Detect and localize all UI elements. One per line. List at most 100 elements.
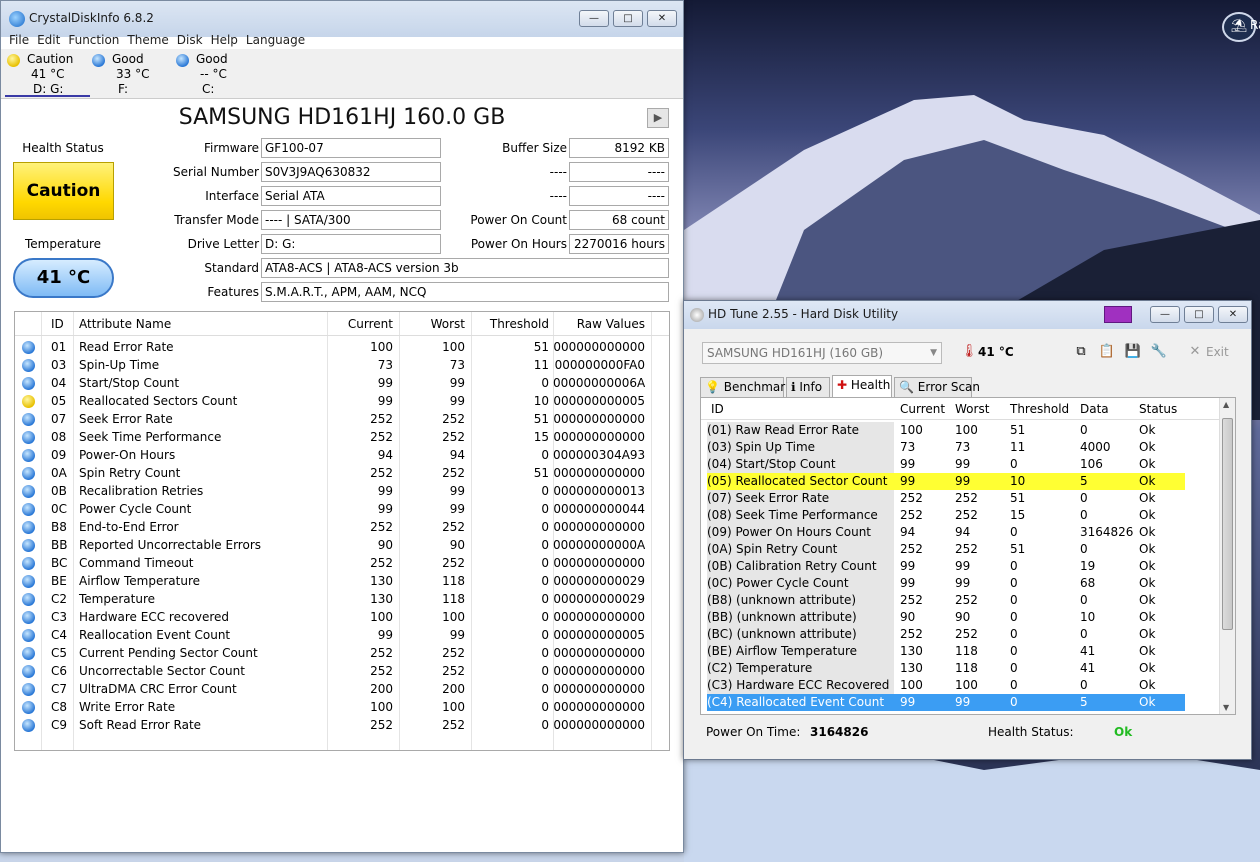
thermometer-icon: 🌡 [960,344,978,359]
smart-row[interactable]: C9 Soft Read Error Rate 252 252 0 00000000000… [15,716,669,734]
buffer-size-field: 8192 KB [569,138,669,158]
smart-attributes-table[interactable]: ID Attribute Name Current Worst Threshol… [14,311,670,751]
col-raw-values[interactable]: Raw Values [553,317,645,331]
col-threshold[interactable]: Threshold [471,317,549,331]
scroll-down-icon[interactable]: ▼ [1223,703,1229,712]
menu-language[interactable]: Language [242,31,309,49]
health-row[interactable]: (BC) (unknown attribute) 252 252 0 0 Ok [707,626,1185,643]
next-disk-button[interactable]: ▶ [647,108,669,128]
health-row[interactable]: (01) Raw Read Error Rate 100 100 51 0 Ok [707,422,1185,439]
col-data[interactable]: Data [1080,402,1109,416]
attr-name: Hardware ECC recovered [79,610,230,624]
smart-row[interactable]: 09 Power-On Hours 94 94 0 000000304A93 [15,446,669,464]
smart-row[interactable]: 0B Recalibration Retries 99 99 0 000000000013 [15,482,669,500]
hdt-close-button[interactable]: ✕ [1218,306,1248,323]
smart-row[interactable]: C3 Hardware ECC recovered 100 100 0 000000000… [15,608,669,626]
smart-row[interactable]: B8 End-to-End Error 252 252 0 000000000000 [15,518,669,536]
tab-error-scan[interactable]: 🔍 Error Scan [894,377,980,397]
attr-name: Write Error Rate [79,700,176,714]
menu-disk[interactable]: Disk [173,31,207,49]
col-threshold[interactable]: Threshold [1010,402,1069,416]
exit-icon[interactable]: ✕ [1186,343,1204,361]
attr-current: 100 [370,700,393,714]
smart-row[interactable]: 01 Read Error Rate 100 100 51 000000000000 [15,338,669,356]
exit-label[interactable]: Exit [1206,345,1229,359]
col-id[interactable]: ID [51,317,64,331]
health-row[interactable]: (BE) Airflow Temperature 130 118 0 41 Ok [707,643,1185,660]
smart-row[interactable]: 0A Spin Retry Count 252 252 51 000000000000 [15,464,669,482]
health-attributes-list[interactable]: ID Current Worst Threshold Data Status ▲… [700,397,1236,715]
col-status[interactable]: Status [1139,402,1177,416]
attr-worst: 118 [955,644,978,658]
health-row[interactable]: (C3) Hardware ECC Recovered 100 100 0 0 Ok [707,677,1185,694]
paste-icon[interactable]: 📋 [1098,343,1116,361]
smart-row[interactable]: C8 Write Error Rate 100 100 0 000000000000 [15,698,669,716]
attr-current: 252 [370,556,393,570]
smart-row[interactable]: 0C Power Cycle Count 99 99 0 000000000044 [15,500,669,518]
smart-row[interactable]: BE Airflow Temperature 130 118 0 000000000029 [15,572,669,590]
tab-health[interactable]: ✚ Health [832,375,892,397]
col-attribute-name[interactable]: Attribute Name [79,317,171,331]
health-row[interactable]: (0A) Spin Retry Count 252 252 51 0 Ok [707,541,1185,558]
attr-threshold: 0 [1010,644,1018,658]
col-worst[interactable]: Worst [955,402,989,416]
attr-current: 99 [900,576,916,590]
menu-help[interactable]: Help [207,31,242,49]
health-row[interactable]: (B8) (unknown attribute) 252 252 0 0 Ok [707,592,1185,609]
health-row[interactable]: (BB) (unknown attribute) 90 90 0 10 Ok [707,609,1185,626]
smart-row[interactable]: C7 UltraDMA CRC Error Count 200 200 0 0000000… [15,680,669,698]
smart-row[interactable]: 08 Seek Time Performance 252 252 15 000000000… [15,428,669,446]
hdt-maximize-button[interactable]: □ [1184,306,1214,323]
health-row[interactable]: (05) Reallocated Sector Count 99 99 10 5 Ok [707,473,1185,490]
hdt-minimize-button[interactable]: — [1150,306,1180,323]
health-row[interactable]: (04) Start/Stop Count 99 99 0 106 Ok [707,456,1185,473]
scroll-up-icon[interactable]: ▲ [1223,400,1229,409]
smart-row[interactable]: 05 Reallocated Sectors Count 99 99 10 0000000… [15,392,669,410]
smart-row[interactable]: C5 Current Pending Sector Count 252 252 0 000… [15,644,669,662]
tab-info[interactable]: ℹ Info [786,377,830,397]
tab-benchmark[interactable]: 💡 Benchmark [700,377,792,397]
health-list-scrollbar[interactable]: ▲ ▼ [1219,398,1235,714]
health-row[interactable]: (08) Seek Time Performance 252 252 15 0 Ok [707,507,1185,524]
attribute-status-icon [22,647,35,660]
disk-tab-2[interactable]: Good -- °C C: [174,51,259,97]
health-row[interactable]: (C2) Temperature 130 118 0 41 Ok [707,660,1185,677]
disk-tab-1[interactable]: Good 33 °C F: [90,51,175,97]
health-row[interactable]: (C4) Reallocated Event Count 99 99 0 5 Ok [707,694,1185,711]
health-row[interactable]: (0B) Calibration Retry Count 99 99 0 19 Ok [707,558,1185,575]
attr-current: 252 [370,466,393,480]
smart-row[interactable]: 04 Start/Stop Count 99 99 0 00000000006A [15,374,669,392]
health-row[interactable]: (09) Power On Hours Count 94 94 0 3164826 Ok [707,524,1185,541]
attr-raw: 000000000000 [553,700,645,714]
attr-data: 41 [1080,661,1096,675]
hdt-title-bar[interactable]: HD Tune 2.55 - Hard Disk Utility — □ ✕ [684,301,1251,329]
disk-tab-0[interactable]: Caution 41 °C D: G: [5,51,90,97]
health-row[interactable]: (03) Spin Up Time 73 73 11 4000 Ok [707,439,1185,456]
copy-icon[interactable]: ⧉ [1072,343,1090,361]
cdi-close-button[interactable]: ✕ [647,10,677,27]
col-current[interactable]: Current [900,402,945,416]
col-current[interactable]: Current [327,317,393,331]
menu-theme[interactable]: Theme [123,31,172,49]
smart-row[interactable]: C6 Uncorrectable Sector Count 252 252 0 00000… [15,662,669,680]
col-worst[interactable]: Worst [399,317,465,331]
smart-row[interactable]: BB Reported Uncorrectable Errors 90 90 0 0000… [15,536,669,554]
options-icon[interactable]: 🔧 [1150,343,1168,361]
menu-function[interactable]: Function [64,31,123,49]
smart-row[interactable]: 07 Seek Error Rate 252 252 51 000000000000 [15,410,669,428]
smart-row[interactable]: C2 Temperature 130 118 0 000000000029 [15,590,669,608]
cdi-maximize-button[interactable]: □ [613,10,643,27]
save-icon[interactable]: 💾 [1124,343,1142,361]
drive-select[interactable]: SAMSUNG HD161HJ (160 GB) ▼ [702,342,942,364]
menu-file[interactable]: File [5,31,33,49]
cdi-minimize-button[interactable]: — [579,10,609,27]
menu-edit[interactable]: Edit [33,31,64,49]
health-row[interactable]: (0C) Power Cycle Count 99 99 0 68 Ok [707,575,1185,592]
health-row[interactable]: (07) Seek Error Rate 252 252 51 0 Ok [707,490,1185,507]
smart-row[interactable]: BC Command Timeout 252 252 0 000000000000 [15,554,669,572]
col-id[interactable]: ID [711,402,724,416]
smart-row[interactable]: C4 Reallocation Event Count 99 99 0 000000000… [15,626,669,644]
scroll-thumb[interactable] [1222,418,1233,630]
health-status-button[interactable]: Caution [13,162,114,220]
smart-row[interactable]: 03 Spin-Up Time 73 73 11 000000000FA0 [15,356,669,374]
